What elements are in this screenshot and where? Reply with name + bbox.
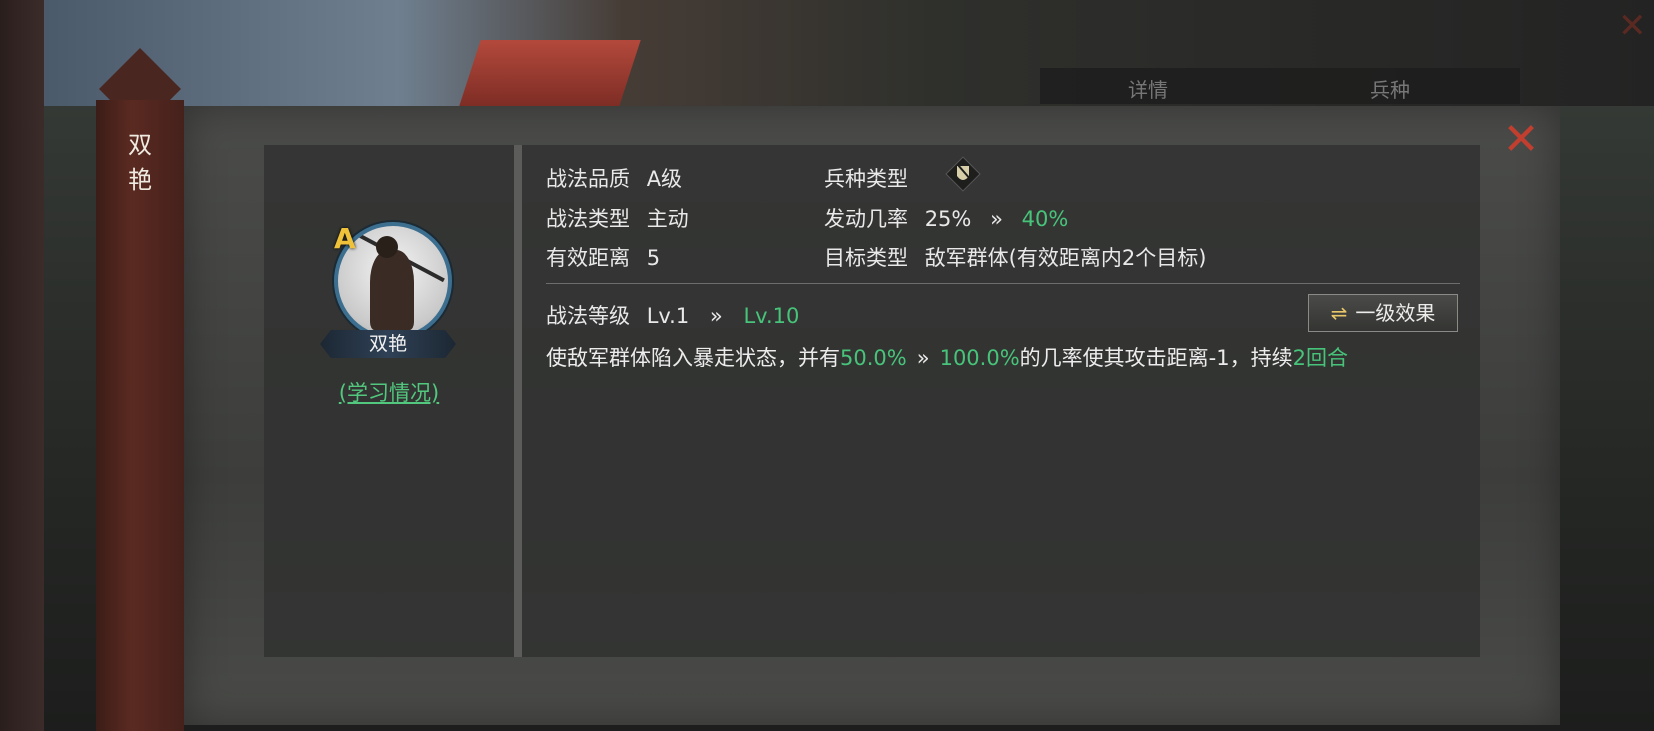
grade-badge: A	[334, 222, 356, 255]
rate-label: 发动几率	[824, 207, 908, 231]
range-label: 有效距离	[546, 246, 630, 270]
section-divider	[546, 283, 1460, 284]
double-chevron-icon: »	[990, 207, 1003, 231]
chance-to: 100.0%	[939, 346, 1020, 370]
effect-button-label: 一级效果	[1355, 301, 1436, 325]
rate-row: 发动几率 25% » 40%	[824, 203, 1068, 233]
rate-to: 40%	[1021, 207, 1069, 231]
description-part2: 的几率使其攻击距离-1，持续	[1019, 346, 1293, 370]
type-label: 战法类型	[546, 207, 630, 231]
duration-value: 2回合	[1292, 346, 1348, 370]
range-row: 有效距离 5	[546, 242, 660, 272]
target-label: 目标类型	[824, 246, 908, 270]
chance-from: 50.0%	[840, 346, 907, 370]
quality-label: 战法品质	[546, 167, 630, 191]
double-chevron-icon: »	[709, 304, 723, 328]
background-tab-details: 详情	[1128, 78, 1168, 102]
target-row: 目标类型 敌军群体(有效距离内2个目标)	[824, 242, 1206, 272]
range-value: 5	[646, 246, 661, 270]
level-row: 战法等级 Lv.1 » Lv.10	[546, 300, 799, 330]
skill-name-plate: 双艳	[320, 330, 456, 358]
study-status-link[interactable]: (学习情况)	[264, 377, 514, 407]
swap-icon: ⇌	[1330, 301, 1348, 325]
background-tab-bar	[1040, 68, 1520, 104]
side-title: 双艳	[128, 131, 152, 194]
double-chevron-icon: »	[916, 346, 930, 370]
target-value: 敌军群体(有效距离内2个目标)	[924, 246, 1207, 270]
description-part1: 使敌军群体陷入暴走状态，并有	[546, 346, 840, 370]
close-button[interactable]: ✕	[1499, 118, 1543, 164]
cavalry-shield-icon	[945, 156, 981, 192]
background-roof	[459, 40, 641, 106]
type-row: 战法类型 主动	[546, 203, 689, 233]
rate-from: 25%	[924, 207, 972, 231]
troop-label: 兵种类型	[824, 167, 908, 191]
type-value: 主动	[646, 207, 689, 231]
quality-value: A级	[646, 167, 683, 191]
level-from: Lv.1	[646, 304, 690, 328]
troop-row: 兵种类型	[824, 163, 908, 193]
level-one-effect-button[interactable]: ⇌ 一级效果	[1308, 294, 1458, 332]
background-tab-troops: 兵种	[1370, 78, 1410, 102]
background-left-edge	[0, 0, 44, 731]
background-close-icon: ✕	[1618, 6, 1647, 46]
quality-row: 战法品质 A级	[546, 163, 682, 193]
level-label: 战法等级	[546, 304, 630, 328]
warrior-figure	[370, 236, 414, 330]
panel-divider	[514, 145, 522, 657]
skill-description: 使敌军群体陷入暴走状态，并有50.0% » 100.0%的几率使其攻击距离-1，持续…	[546, 342, 1348, 372]
level-to: Lv.10	[743, 304, 800, 328]
